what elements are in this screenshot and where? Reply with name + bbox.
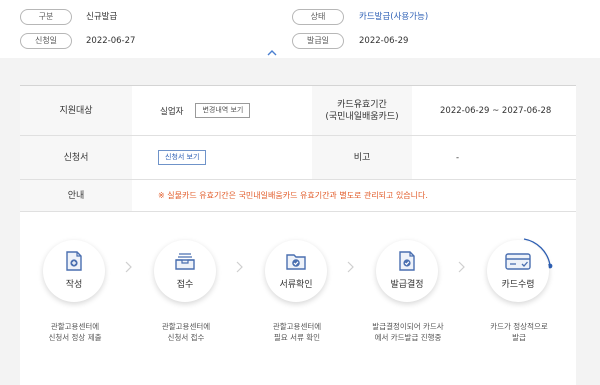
note-label: 비고 (312, 136, 412, 179)
application-form-cell: 신청서 보기 (132, 136, 312, 179)
step-desc: 관할고용센터에 신청서 접수 (131, 321, 241, 343)
chevron-right-icon (236, 261, 244, 276)
card-validity-label-line1: 카드유효기간 (337, 99, 387, 110)
issue-date-label: 발급일 (292, 33, 344, 49)
step-desc: 관할고용센터에 필요 서류 확인 (242, 321, 352, 343)
step-name: 접수 (176, 280, 194, 290)
table-row: 안내 ※ 실물카드 유효기간은 국민내일배움카드 유효기간과 별도로 관리되고 … (20, 180, 576, 212)
type-value: 신규발급 (86, 12, 118, 22)
credit-card-icon (505, 253, 531, 270)
step-desc-line2: 신청서 접수 (167, 333, 205, 342)
step-name: 발급결정 (390, 280, 424, 290)
step-issue-decision: 발급결정 (376, 240, 438, 302)
card-validity-value: 2022-06-29 ~ 2027-06-28 (440, 105, 552, 116)
step-card-received: 카드수령 (487, 240, 549, 302)
step-desc: 관할고용센터에 신청서 정상 제출 (20, 321, 130, 343)
step-desc-line1: 관할고용센터에 (161, 322, 211, 331)
document-check-icon (399, 251, 415, 271)
step-desc: 발급결정이되어 카드사 에서 카드발급 진행중 (353, 321, 463, 343)
step-document-check: 서류확인 (265, 240, 327, 302)
step-name: 카드수령 (501, 280, 535, 290)
support-target-label: 지원대상 (20, 86, 132, 135)
card-validity-label-line2: (국민내일배움카드) (325, 111, 399, 122)
application-summary: 구분 신규발급 신청일 2022-06-27 상태 카드발급(사용가능) 발급일… (0, 0, 600, 58)
chevron-right-icon (458, 261, 466, 276)
inbox-tray-icon (175, 253, 195, 270)
chevron-right-icon (347, 261, 355, 276)
apply-date-value: 2022-06-27 (86, 36, 136, 46)
guide-label: 안내 (20, 180, 132, 211)
step-desc-line2: 신청서 정상 제출 (48, 333, 102, 342)
step-desc-line2: 에서 카드발급 진행중 (374, 333, 442, 342)
application-form-label: 신청서 (20, 136, 132, 179)
step-desc-line1: 발급결정이되어 카드사 (372, 322, 444, 331)
card-info-table: 지원대상 실업자 변경내역 보기 카드유효기간 (국민내일배움카드) 2022-… (20, 85, 576, 212)
status-value: 카드발급(사용가능) (359, 12, 429, 22)
guide-notice: ※ 실물카드 유효기간은 국민내일배움카드 유효기간과 별도로 관리되고 있습니… (158, 191, 428, 200)
issue-process-steps: 작성 관할고용센터에 신청서 정상 제출 접수 관할고용센터에 신청서 접수 서… (20, 212, 576, 385)
support-target-value: 실업자 (160, 106, 184, 117)
card-validity-label: 카드유효기간 (국민내일배움카드) (312, 86, 412, 135)
step-desc-line1: 관할고용센터에 (50, 322, 100, 331)
chevron-right-icon (125, 261, 133, 276)
document-plus-icon (66, 251, 82, 271)
issue-date-value: 2022-06-29 (359, 36, 409, 46)
step-desc-line1: 카드가 정상적으로 (490, 322, 548, 331)
history-button[interactable]: 변경내역 보기 (195, 103, 251, 118)
table-row: 지원대상 실업자 변경내역 보기 카드유효기간 (국민내일배움카드) 2022-… (20, 86, 576, 136)
folder-check-icon (286, 254, 306, 270)
step-desc-line2: 발급 (512, 333, 526, 342)
step-desc-line2: 필요 서류 확인 (273, 333, 321, 342)
step-desc: 카드가 정상적으로 발급 (464, 321, 574, 343)
step-receipt: 접수 (154, 240, 216, 302)
chevron-up-icon[interactable] (266, 49, 278, 59)
step-name: 서류확인 (279, 280, 313, 290)
view-application-button[interactable]: 신청서 보기 (158, 150, 207, 165)
step-desc-line1: 관할고용센터에 (272, 322, 322, 331)
step-name: 작성 (65, 280, 83, 290)
note-value: - (456, 152, 460, 163)
status-label: 상태 (292, 9, 344, 25)
support-target-cell: 실업자 변경내역 보기 (132, 86, 312, 135)
step-write: 작성 (43, 240, 105, 302)
table-row: 신청서 신청서 보기 비고 - (20, 136, 576, 180)
type-label: 구분 (20, 9, 72, 25)
apply-date-label: 신청일 (20, 33, 72, 49)
